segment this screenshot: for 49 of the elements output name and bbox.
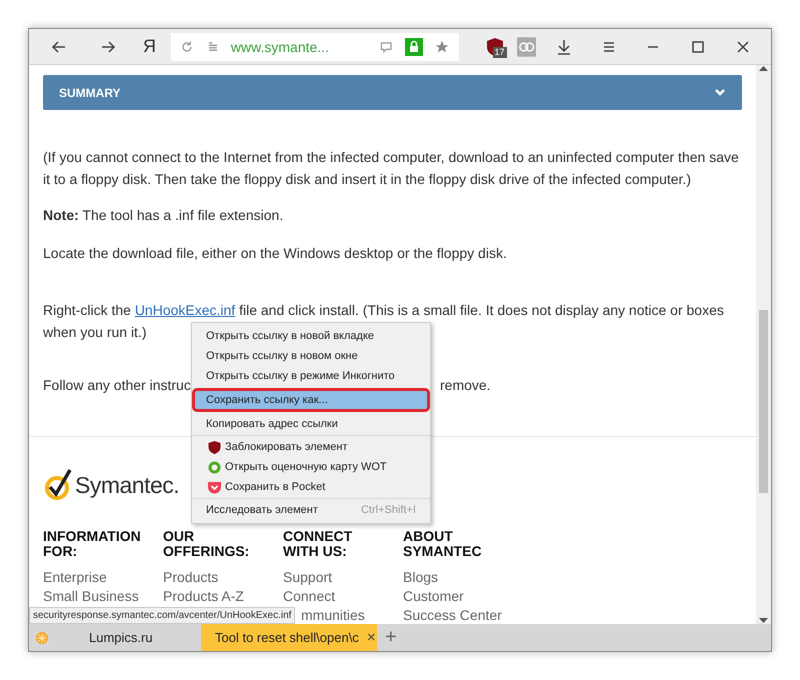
paragraph: Locate the download file, either on the Windows desktop or the floppy disk. xyxy=(43,244,508,263)
url-text[interactable]: www.symante... xyxy=(230,38,369,54)
footer-link[interactable]: Products xyxy=(163,568,218,587)
footer-link[interactable]: Support xyxy=(283,568,332,587)
footer-link[interactable]: Blogs xyxy=(403,568,438,587)
browser-tab[interactable]: Tool to reset shell\open\c × xyxy=(201,624,377,651)
shield-icon xyxy=(208,440,221,454)
paragraph: when you run it.) xyxy=(43,323,146,342)
paragraph: (If you cannot connect to the Internet from the infected computer, download to an uninfected computer then save it to a floppy disk. Then take the floppy disk and insert it in the floppy disk drive of the infected computer.) xyxy=(43,148,740,189)
menu-item[interactable]: Открыть ссылку в новой вкладке xyxy=(194,326,428,346)
menu-item[interactable]: Открыть ссылку в режиме Инкогнито xyxy=(194,366,428,386)
lock-icon[interactable] xyxy=(404,38,423,56)
paragraph: Right-click the UnHookExec.inf file and click install. (This is a small file. It does not display any notice or boxes xyxy=(43,301,725,320)
paragraph: remove. xyxy=(440,376,491,395)
footer-link[interactable]: Products A-Z xyxy=(163,587,244,606)
footer-heading: CONNECT WITH US: xyxy=(283,529,354,559)
footer-heading: ABOUT SYMANTEC xyxy=(403,529,483,559)
menu-item[interactable]: Копировать адрес ссылки xyxy=(194,414,428,434)
paragraph: Note: The tool has a .inf file extension. xyxy=(43,206,284,225)
footer-link[interactable]: Connect xyxy=(283,587,336,606)
footer-heading: INFORMATION FOR: xyxy=(43,529,142,559)
menu-item[interactable]: Открыть оценочную карту WOT xyxy=(194,457,428,477)
tab-close-button[interactable]: × xyxy=(366,629,376,646)
menu-item[interactable]: Исследовать элемент Ctrl+Shift+I xyxy=(194,500,428,520)
file-link[interactable]: UnHookExec.inf xyxy=(134,302,236,318)
menu-item[interactable]: Сохранить ссылку как... xyxy=(192,388,430,412)
browser-tab[interactable]: Lumpics.ru xyxy=(29,624,201,651)
footer-link[interactable]: mmunities xyxy=(301,606,365,624)
chevron-down-icon xyxy=(714,88,726,98)
menu-item[interactable]: Сохранить в Pocket xyxy=(194,477,428,497)
footer-link[interactable]: Enterprise xyxy=(43,568,107,587)
paragraph: Follow any other instruc xyxy=(43,376,191,395)
address-bar[interactable]: www.symante... xyxy=(170,32,459,60)
shortcut-text: Ctrl+Shift+I xyxy=(360,504,416,516)
browser-logo[interactable]: Я xyxy=(132,36,167,57)
ring-icon xyxy=(208,460,221,474)
pocket-icon xyxy=(208,480,221,494)
summary-title: SUMMARY xyxy=(59,86,121,100)
menu-item[interactable]: Заблокировать элемент xyxy=(194,437,428,457)
menu-item[interactable]: Открыть ссылку в новом окне xyxy=(194,346,428,366)
citrus-slice-icon xyxy=(35,630,49,644)
scrollbar-thumb[interactable] xyxy=(759,310,768,493)
footer-link[interactable]: Small Business xyxy=(43,587,139,606)
footer-link[interactable]: Customer xyxy=(403,587,464,606)
footer-link[interactable]: Success Center xyxy=(403,606,502,624)
new-tab-button[interactable]: + xyxy=(385,626,397,649)
status-url: securityresponse.symantec.com/avcenter/UnHookExec.inf xyxy=(29,607,296,624)
footer-heading: OUR OFFERINGS: xyxy=(163,529,250,559)
summary-bar[interactable]: SUMMARY xyxy=(43,75,742,110)
